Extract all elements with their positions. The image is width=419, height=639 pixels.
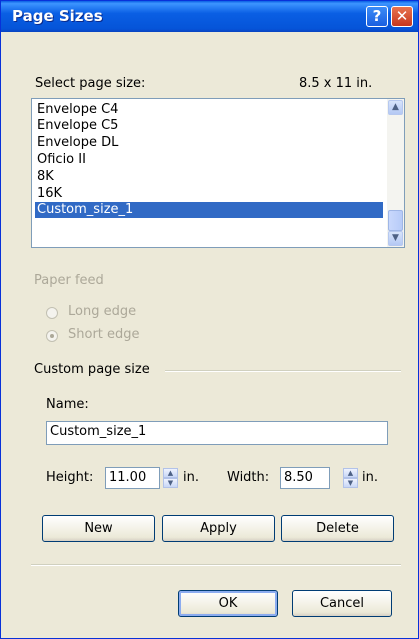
spin-down-icon[interactable]: ▼ — [163, 478, 178, 488]
scroll-down-icon[interactable]: ▼ — [388, 231, 403, 246]
height-label: Height: — [46, 470, 94, 485]
height-input[interactable]: 11.00 — [105, 467, 160, 489]
scroll-thumb[interactable] — [388, 210, 403, 231]
spin-up-icon[interactable]: ▲ — [163, 468, 178, 478]
page-sizes-dialog: Page Sizes ? ✕ Select page size: 8.5 x 1… — [0, 0, 419, 639]
close-button[interactable]: ✕ — [391, 6, 413, 27]
width-input[interactable]: 8.50 — [280, 467, 330, 489]
name-input[interactable]: Custom_size_1 — [46, 421, 388, 445]
select-page-size-label: Select page size: — [35, 76, 146, 91]
list-item[interactable]: Envelope C5 — [35, 118, 383, 134]
height-unit: in. — [183, 470, 199, 485]
paper-feed-label: Paper feed — [34, 273, 104, 288]
long-edge-radio[interactable] — [46, 307, 58, 319]
spin-up-icon[interactable]: ▲ — [343, 468, 358, 478]
width-stepper[interactable]: ▲ ▼ — [343, 468, 358, 489]
spin-down-icon[interactable]: ▼ — [343, 478, 358, 488]
list-item[interactable]: Oficio II — [35, 152, 383, 168]
scroll-up-icon[interactable]: ▲ — [388, 100, 403, 115]
list-item[interactable]: 8K — [35, 169, 383, 185]
width-label: Width: — [227, 470, 270, 485]
title-bar[interactable]: Page Sizes ? ✕ — [1, 1, 418, 32]
custom-page-size-label: Custom page size — [34, 362, 150, 377]
list-item[interactable]: Envelope DL — [35, 135, 383, 151]
group-divider — [165, 370, 401, 372]
window-title: Page Sizes — [12, 7, 103, 25]
short-edge-radio[interactable] — [46, 330, 58, 342]
help-button[interactable]: ? — [366, 6, 388, 27]
new-button[interactable]: New — [42, 515, 155, 542]
list-item[interactable]: Envelope C4 — [35, 102, 383, 118]
list-scrollbar[interactable]: ▲ ▼ — [387, 99, 404, 247]
current-size-readout: 8.5 x 11 in. — [299, 76, 373, 91]
page-size-list[interactable]: Envelope C4 Envelope C5 Envelope DL Ofic… — [31, 98, 405, 248]
ok-button[interactable]: OK — [178, 590, 278, 617]
height-stepper[interactable]: ▲ ▼ — [163, 468, 178, 489]
button-divider — [31, 564, 401, 566]
radio-dot-icon — [50, 334, 54, 338]
list-item-selected[interactable]: Custom_size_1 — [35, 202, 383, 218]
delete-button[interactable]: Delete — [281, 515, 394, 542]
list-item[interactable]: 16K — [35, 186, 383, 202]
name-label: Name: — [46, 397, 89, 412]
width-unit: in. — [362, 470, 378, 485]
long-edge-label: Long edge — [68, 304, 137, 319]
cancel-button[interactable]: Cancel — [292, 590, 392, 617]
apply-button[interactable]: Apply — [162, 515, 275, 542]
short-edge-label: Short edge — [68, 327, 140, 342]
